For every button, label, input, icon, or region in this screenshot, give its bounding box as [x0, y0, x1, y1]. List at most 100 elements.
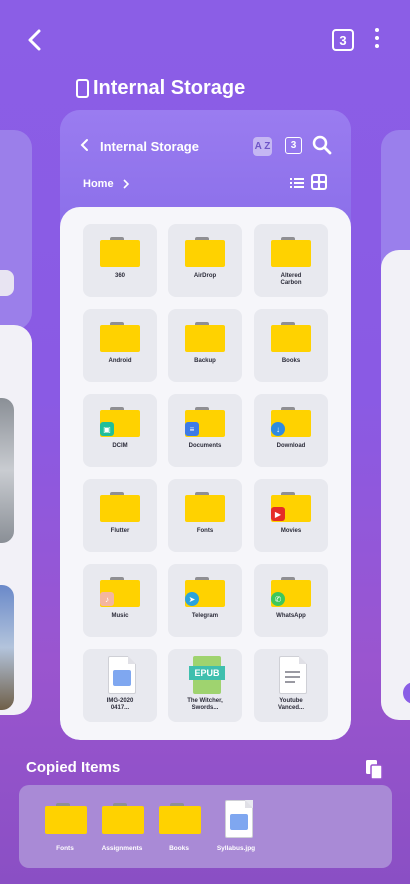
folder-icon: [271, 322, 311, 352]
side-card-left[interactable]: [0, 130, 32, 715]
side-card-right[interactable]: [381, 130, 410, 720]
search-icon: [312, 135, 332, 155]
file-tile[interactable]: Fonts: [168, 479, 242, 552]
whatsapp-icon: ✆: [271, 592, 285, 606]
file-name: 360: [114, 273, 125, 279]
more-vertical-icon[interactable]: [368, 28, 386, 50]
folder-icon: ♪: [100, 577, 140, 607]
folder-icon: [185, 237, 225, 267]
file-name: IMG-2020 0417...: [106, 698, 134, 711]
thumbnail-image: [0, 585, 14, 710]
file-grid: 360 AirDrop Altered Carbon Android Backup Boo…: [60, 207, 351, 740]
file-tile[interactable]: Youtube Vanced...: [254, 649, 328, 722]
file-name: DCIM: [112, 443, 128, 449]
file-name: Music: [111, 613, 129, 619]
file-name: WhatsApp: [276, 613, 306, 619]
copied-item-name: Assignments: [101, 845, 143, 852]
document-file-icon: [279, 656, 307, 694]
page-title: Internal Storage: [76, 77, 245, 100]
image-file-icon: [108, 656, 136, 694]
file-name: Movies: [280, 528, 302, 534]
file-tile[interactable]: Backup: [168, 309, 242, 382]
copied-items-panel: Fonts Assignments Books Syllabus.jpg: [19, 785, 392, 868]
folder-icon: [159, 803, 201, 835]
file-name: The Witcher, Swords...: [187, 698, 223, 711]
folder-icon: [185, 492, 225, 522]
copied-item-name: Books: [169, 845, 189, 852]
file-tile[interactable]: AirDrop: [168, 224, 242, 297]
copied-item-name: Syllabus.jpg: [216, 845, 256, 852]
thumbnail-image: [0, 398, 14, 543]
copied-items-title: Copied Items: [26, 759, 121, 776]
breadcrumb-home[interactable]: Home: [83, 178, 114, 190]
file-tile[interactable]: ↓ Download: [254, 394, 328, 467]
folder-icon: [45, 803, 87, 835]
copied-item[interactable]: Syllabus.jpg: [208, 799, 264, 859]
tab-count-button[interactable]: 3: [332, 29, 354, 51]
copied-item[interactable]: Fonts: [37, 799, 93, 859]
back-button[interactable]: [22, 26, 50, 54]
file-name: Download: [276, 443, 306, 449]
folder-icon: ➤: [185, 577, 225, 607]
file-name: Backup: [194, 358, 216, 364]
folder-icon: [100, 492, 140, 522]
gallery-icon: ▣: [100, 422, 114, 436]
file-tile[interactable]: Flutter: [83, 479, 157, 552]
card-back-button[interactable]: [78, 138, 92, 152]
folder-icon: [102, 803, 144, 835]
folder-icon: ▶: [271, 492, 311, 522]
folder-icon: ▣: [100, 407, 140, 437]
file-name: Telegram: [191, 613, 219, 619]
file-tile[interactable]: Android: [83, 309, 157, 382]
file-name: Youtube Vanced...: [277, 698, 304, 711]
pill-decoration: [0, 270, 14, 296]
file-tile[interactable]: ✆ WhatsApp: [254, 564, 328, 637]
file-tile[interactable]: 360: [83, 224, 157, 297]
file-tile[interactable]: Books: [254, 309, 328, 382]
file-tile[interactable]: ▣ DCIM: [83, 394, 157, 467]
folder-icon: [271, 237, 311, 267]
card-tab-count[interactable]: 3: [285, 137, 302, 154]
music-note-icon: ♪: [100, 592, 114, 606]
image-file-icon: [225, 800, 253, 838]
file-tile[interactable]: Altered Carbon: [254, 224, 328, 297]
file-name: Altered Carbon: [280, 273, 302, 286]
file-name: Books: [281, 358, 301, 364]
paste-icon: [366, 760, 383, 780]
youtube-icon: ▶: [271, 507, 285, 521]
file-tile[interactable]: ➤ Telegram: [168, 564, 242, 637]
folder-icon: [100, 322, 140, 352]
storage-card: Internal Storage A Z 3 Home 360 AirDrop Al…: [60, 110, 351, 740]
epub-file-icon: EPUB: [189, 656, 225, 694]
chevron-left-icon: [28, 29, 41, 51]
file-tile[interactable]: EPUB The Witcher, Swords...: [168, 649, 242, 722]
sort-button[interactable]: A Z: [253, 137, 272, 156]
file-name: Flutter: [110, 528, 130, 534]
search-button[interactable]: [312, 135, 332, 155]
list-icon: [290, 178, 304, 188]
chevron-right-icon: [122, 179, 129, 189]
page-title-text: Internal Storage: [93, 77, 246, 99]
sort-icon: A Z: [254, 141, 271, 152]
folder-icon: [100, 237, 140, 267]
copied-item-name: Fonts: [56, 845, 74, 852]
phone-icon: [76, 79, 89, 98]
copied-item[interactable]: Books: [151, 799, 207, 859]
file-tile[interactable]: ▶ Movies: [254, 479, 328, 552]
grid-view-button[interactable]: [311, 174, 327, 190]
document-icon: ≡: [185, 422, 199, 436]
file-tile[interactable]: IMG-2020 0417...: [83, 649, 157, 722]
file-tile[interactable]: ≡ Documents: [168, 394, 242, 467]
file-tile[interactable]: ♪ Music: [83, 564, 157, 637]
telegram-icon: ➤: [185, 592, 199, 606]
file-name: Android: [108, 358, 132, 364]
list-view-button[interactable]: [290, 176, 304, 190]
folder-icon: ✆: [271, 577, 311, 607]
copied-item[interactable]: Assignments: [94, 799, 150, 859]
chevron-left-icon: [80, 139, 88, 151]
paste-button[interactable]: [364, 758, 384, 780]
file-name: AirDrop: [193, 273, 217, 279]
breadcrumb[interactable]: Home: [83, 178, 130, 190]
file-name: Documents: [188, 443, 222, 449]
download-icon: ↓: [271, 422, 285, 436]
